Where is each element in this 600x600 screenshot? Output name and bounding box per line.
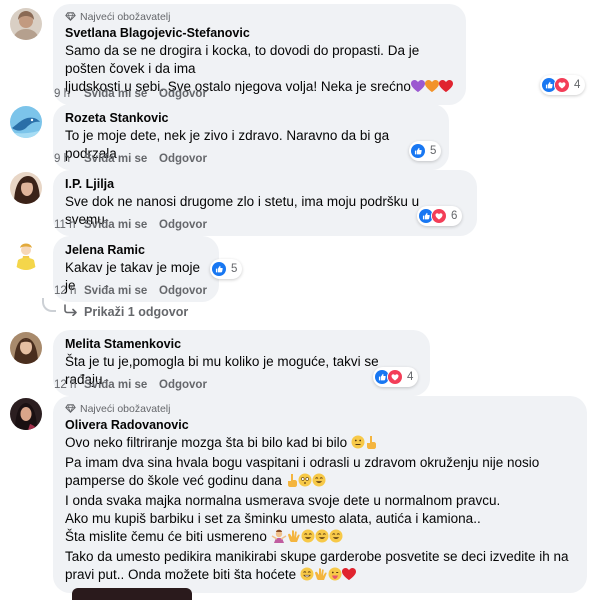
show-replies-button[interactable]: Prikaži 1 odgovor [64,304,188,319]
comment-author[interactable]: Jelena Ramic [65,242,207,259]
reaction-summary[interactable]: 5 [210,259,243,279]
reaction-summary[interactable]: 5 [409,141,442,161]
like-reaction-icon [410,143,426,159]
comment-author[interactable]: I.P. Ljilja [65,176,465,193]
reaction-count: 5 [231,263,238,275]
reply-button[interactable]: Odgovor [159,285,207,297]
flushed-face-icon [298,473,312,492]
show-replies-label: Prikaži 1 odgovor [84,304,189,319]
like-reaction-icon [211,261,227,277]
avatar[interactable] [10,172,42,204]
comment-actions: 12 h Sviđa mi se Odgovor [54,377,207,393]
grinning-face-icon [312,473,326,492]
comment-author[interactable]: Olivera Radovanovic [65,417,575,434]
reply-button[interactable]: Odgovor [159,219,207,231]
badge-label: Najveći obožavatelj [80,10,171,23]
grinning-face-icon [329,529,343,548]
reply-arrow-icon [64,304,78,319]
diamond-icon [65,11,76,22]
reaction-count: 4 [407,371,414,383]
clapping-hands-icon [287,529,301,548]
badge-label: Najveći obožavatelj [80,402,171,415]
winking-tongue-face-icon [328,567,342,586]
reaction-count: 5 [430,145,437,157]
avatar[interactable] [10,106,42,138]
grinning-face-icon [315,529,329,548]
like-button[interactable]: Sviđa mi se [84,88,159,100]
purple-heart-icon [410,80,425,98]
red-heart-icon [438,80,453,98]
like-button[interactable]: Sviđa mi se [84,285,159,297]
thread-connector [42,298,56,312]
beaming-face-icon [300,567,314,586]
top-fan-badge: Najveći obožavatelj [65,402,575,415]
reply-button[interactable]: Odgovor [159,153,207,165]
comment-author[interactable]: Melita Stamenkovic [65,336,418,353]
reaction-summary[interactable]: 6 [417,206,463,226]
comment-actions: 12 h Sviđa mi se Odgovor [54,283,207,299]
comment-actions: 11 h Sviđa mi se Odgovor [54,217,207,233]
avatar[interactable] [10,8,42,40]
next-comment-preview [72,588,192,600]
clapping-hands-icon [314,567,328,586]
comment-author[interactable]: Svetlana Blagojevic-Stefanovic [65,25,454,42]
reaction-summary[interactable]: 4 [540,75,586,95]
comment-text: Ovo neko filtriranje mozga šta bi bilo k… [65,434,575,586]
comment-time[interactable]: 11 h [54,219,84,231]
pointing-up-icon [365,435,377,454]
love-reaction-icon [431,208,447,224]
like-button[interactable]: Sviđa mi se [84,379,159,391]
grinning-face-icon [301,529,315,548]
orange-heart-icon [424,80,439,98]
person-gesturing-no-icon [271,529,287,548]
red-heart-icon [341,568,356,586]
reaction-summary[interactable]: 4 [373,367,419,387]
reply-button[interactable]: Odgovor [159,379,207,391]
comment-time[interactable]: 12 h [54,285,84,297]
comment-time[interactable]: 9 h [54,153,84,165]
like-button[interactable]: Sviđa mi se [84,219,159,231]
diamond-icon [65,403,76,414]
thinking-face-icon [351,435,365,454]
reaction-count: 4 [574,79,581,91]
comment-bubble: Najveći obožavatelj Olivera Radovanovic … [53,396,587,593]
reply-button[interactable]: Odgovor [159,88,207,100]
reaction-count: 6 [451,210,458,222]
comment-time[interactable]: 12 h [54,379,84,391]
comment-actions: 9 h Sviđa mi se Odgovor [54,86,207,102]
love-reaction-icon [554,77,570,93]
comment-time[interactable]: 9 h [54,88,84,100]
comment-actions: 9 h Sviđa mi se Odgovor [54,151,207,167]
comment-author[interactable]: Rozeta Stankovic [65,110,437,127]
avatar[interactable] [10,238,42,270]
top-fan-badge: Najveći obožavatelj [65,10,454,23]
avatar[interactable] [10,398,42,430]
love-reaction-icon [387,369,403,385]
pointing-up-icon [286,473,298,492]
avatar[interactable] [10,332,42,364]
like-button[interactable]: Sviđa mi se [84,153,159,165]
